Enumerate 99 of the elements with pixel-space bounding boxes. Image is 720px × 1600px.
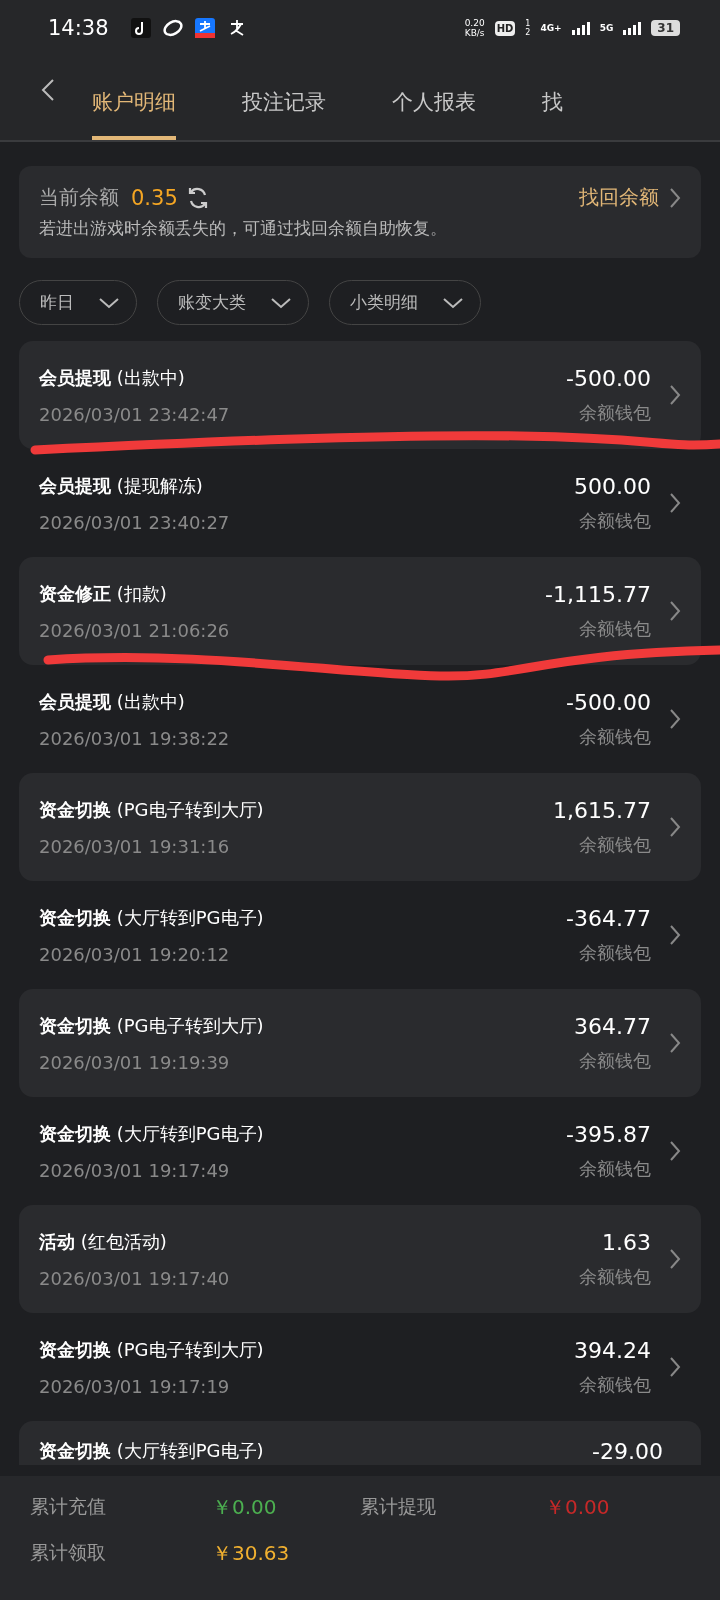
speed-unit: KB/s [464,28,485,38]
network-type: 5G [599,23,614,33]
summary-value: ￥0.00 [545,1494,611,1521]
record-amount: -500.00 [566,689,651,715]
chevron-right-icon [669,384,681,406]
chevron-right-icon [669,924,681,946]
record-time: 2026/03/01 21:06:26 [39,619,231,641]
wallet-label: 余额钱包 [579,724,651,749]
chevron-right-icon [669,492,681,514]
chevron-right-icon [669,816,681,838]
record-title: 资金切换 (大厅转到PG电子) [39,1121,265,1146]
filter-dropdown[interactable]: 账变大类 [157,280,309,325]
wallet-label: 余额钱包 [579,832,651,857]
summary-label: 累计领取 [30,1540,107,1565]
network-speed: 0.20 [464,18,485,28]
caret-icon [270,296,292,309]
balance-amount: 0.35 [131,185,178,210]
sim-label: 1 [525,19,531,28]
battery-level: 31 [651,20,680,36]
record-card[interactable]: 资金切换 (PG电子转到大厅) 2026/03/01 19:19:39 364.77 余额钱包 [19,989,701,1097]
balance-label: 当前余额 [39,184,119,211]
record-title: 资金切换 (PG电子转到大厅) [39,1337,265,1362]
tab[interactable]: 找 [542,88,563,140]
record-row[interactable]: 会员提现 (出款中) 2026/03/01 19:38:22 -500.00 余额钱包 [19,665,701,773]
record-title: 资金切换 (PG电子转到大厅) [39,797,265,822]
record-row[interactable]: 资金切换 (PG电子转到大厅) 2026/03/01 19:17:19 394.24 余额钱包 [19,1313,701,1421]
wallet-label: 余额钱包 [579,400,651,425]
record-card[interactable]: 资金修正 (扣款) 2026/03/01 21:06:26 -1,115.77 余额钱包 [19,557,701,665]
filter-dropdown[interactable]: 昨日 [19,280,137,325]
app-icon [194,18,215,38]
chevron-right-icon [669,600,681,622]
chevron-right-icon [669,1032,681,1054]
filter-dropdown[interactable]: 小类明细 [329,280,481,325]
record-card[interactable]: 资金切换 (PG电子转到大厅) 2026/03/01 19:31:16 1,615.77 余额钱包 [19,773,701,881]
record-time: 2026/03/01 19:31:16 [39,835,231,857]
record-title: 会员提现 (出款中) [39,689,186,714]
chevron-right-icon [669,186,681,209]
clock: 14:38 [48,16,109,40]
record-title: 资金切换 (大厅转到PG电子) [39,905,265,930]
tab[interactable]: 投注记录 [242,88,326,140]
record-title: 会员提现 (出款中) [39,365,186,390]
wallet-label: 余额钱包 [579,616,651,641]
sim-label: 2 [525,28,531,37]
record-amount: -395.87 [566,1121,651,1147]
signal-icon [571,21,590,35]
tab[interactable]: 账户明细 [92,88,176,140]
wallet-label: 余额钱包 [579,1048,651,1073]
record-amount: 1.63 [602,1229,651,1255]
record-time: 2026/03/01 23:42:47 [39,403,231,425]
record-time: 2026/03/01 19:38:22 [39,727,231,749]
record-amount: -1,115.77 [545,581,651,607]
record-title: 资金切换 (PG电子转到大厅) [39,1013,265,1038]
record-amount: 500.00 [574,473,651,499]
back-icon[interactable] [40,78,56,102]
recover-balance-link[interactable]: 找回余额 [579,184,659,211]
record-amount: 1,615.77 [553,797,651,823]
summary-value: ￥30.63 [212,1540,291,1567]
record-row[interactable]: 会员提现 (提现解冻) 2026/03/01 23:40:27 500.00 余额钱包 [19,449,701,557]
network-type: 4G+ [540,23,562,33]
balance-note: 若进出游戏时余额丢失的，可通过找回余额自助恢复。 [39,217,448,240]
chevron-right-icon [669,708,681,730]
record-time: 2026/03/01 19:17:19 [39,1375,231,1397]
record-title: 资金修正 (扣款) [39,581,168,606]
record-amount: 364.77 [574,1013,651,1039]
wallet-label: 余额钱包 [579,1372,651,1397]
chevron-right-icon [669,1140,681,1162]
signal-icon [623,21,642,35]
ring-icon [162,18,183,38]
record-time: 2026/03/01 19:17:40 [39,1267,231,1289]
record-time: 2026/03/01 19:20:12 [39,943,231,965]
hd-badge: HD [494,20,516,36]
wallet-label: 余额钱包 [579,940,651,965]
summary-value: ￥0.00 [212,1494,278,1521]
record-title: 活动 (红包活动) [39,1229,168,1254]
record-card[interactable]: 资金切换 (大厅转到PG电子) -29.00 [19,1421,701,1465]
music-note-icon [130,18,151,38]
caret-icon [98,296,120,309]
wallet-label: 余额钱包 [579,508,651,533]
chevron-right-icon [669,1356,681,1378]
record-row[interactable]: 资金切换 (大厅转到PG电子) 2026/03/01 19:17:49 -395.87 余额钱包 [19,1097,701,1205]
record-amount: -500.00 [566,365,651,391]
record-time: 2026/03/01 19:19:39 [39,1051,231,1073]
record-card[interactable]: 会员提现 (出款中) 2026/03/01 23:42:47 -500.00 余额钱包 [19,341,701,449]
summary-label: 累计提现 [360,1494,437,1519]
record-amount: -29.00 [592,1439,663,1464]
summary-label: 累计充值 [30,1494,107,1519]
wallet-label: 余额钱包 [579,1156,651,1181]
record-time: 2026/03/01 23:40:27 [39,511,231,533]
record-title: 资金切换 (大厅转到PG电子) [39,1439,265,1463]
record-card[interactable]: 活动 (红包活动) 2026/03/01 19:17:40 1.63 余额钱包 [19,1205,701,1313]
chevron-right-icon [669,1248,681,1270]
wallet-label: 余额钱包 [579,1264,651,1289]
record-row[interactable]: 资金切换 (大厅转到PG电子) 2026/03/01 19:20:12 -364.77 余额钱包 [19,881,701,989]
record-amount: -364.77 [566,905,651,931]
record-time: 2026/03/01 19:17:49 [39,1159,231,1181]
record-amount: 394.24 [574,1337,651,1363]
record-title: 会员提现 (提现解冻) [39,473,204,498]
tab[interactable]: 个人报表 [392,88,476,140]
caret-icon [442,296,464,309]
